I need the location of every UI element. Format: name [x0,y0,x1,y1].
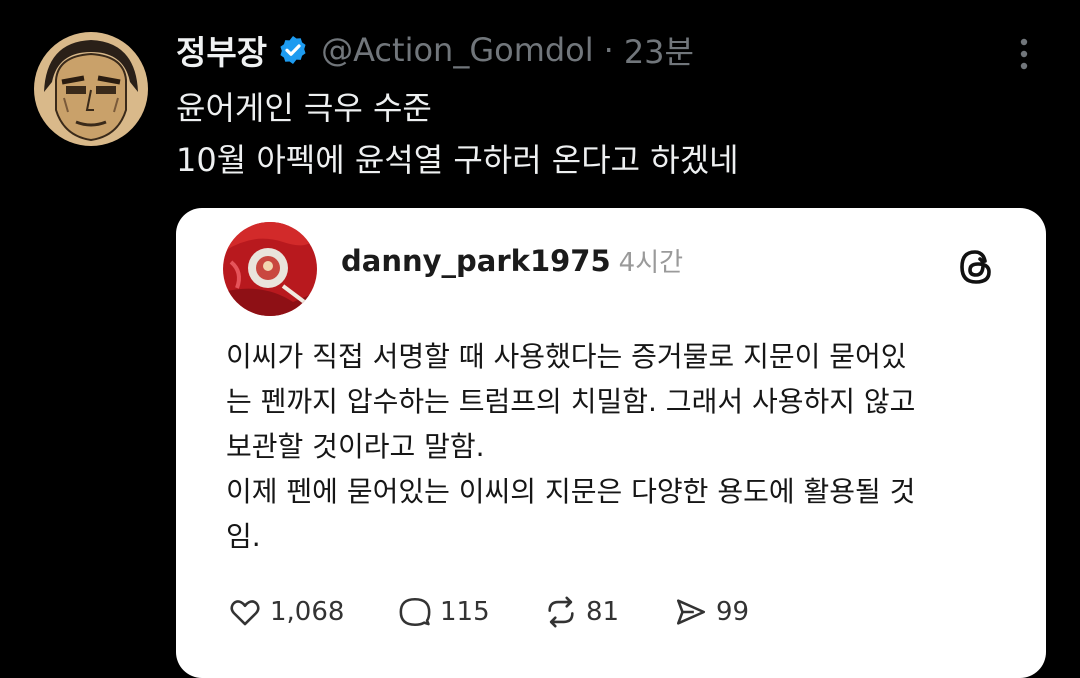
quoted-post-line: 임. [226,520,261,553]
avatar-illustration [34,32,148,146]
separator-dot: · [603,31,614,69]
repost-button[interactable]: 81 [544,595,674,629]
more-vertical-icon[interactable] [1012,36,1036,72]
author-display-name[interactable]: 정부장 [176,26,267,74]
like-count: 1,068 [270,597,345,627]
quoted-author-avatar[interactable] [223,222,317,316]
author-avatar[interactable] [34,32,148,146]
reply-button[interactable]: 115 [398,595,544,629]
share-button[interactable]: 99 [674,595,794,629]
quoted-post-line: 는 펜까지 압수하는 트럼프의 치밀함. 그래서 사용하지 않고 [226,385,916,418]
quoted-post-line: 보관할 것이라고 말함. [226,430,485,463]
quoted-post-body: 이씨가 직접 서명할 때 사용했다는 증거물로 지문이 묻어있 는 펜까지 압수… [226,334,1006,559]
send-icon [676,599,706,625]
quoted-post-timestamp: 4시간 [618,248,684,278]
threads-logo-icon [960,250,991,284]
share-count: 99 [716,597,750,627]
author-handle[interactable]: @Action_Gomdol [321,31,594,69]
verified-badge-icon [280,36,306,64]
repost-count: 81 [586,597,620,627]
quoted-post-header: danny_park1975 4시간 [341,242,683,290]
reply-count: 115 [440,597,490,627]
tweet-header: 정부장 @Action_Gomdol · 23분 [176,22,694,78]
tweet-timestamp[interactable]: 23분 [624,27,694,73]
quoted-post-stats: 1,068 115 81 99 [228,590,794,634]
quoted-post-card[interactable]: danny_park1975 4시간 이씨가 직접 서명할 때 사용했다는 증거… [176,208,1046,678]
quoted-avatar-image [223,222,317,316]
repost-icon [548,596,574,628]
heart-icon [230,600,260,626]
tweet-text-line: 윤어게인 극우 수준 [176,89,432,127]
quoted-post-line: 이씨가 직접 서명할 때 사용했다는 증거물로 지문이 묻어있 [226,340,907,373]
quoted-post-line: 이제 펜에 묻어있는 이씨의 지문은 다양한 용도에 활용될 것 [226,475,916,508]
like-button[interactable]: 1,068 [228,595,398,629]
tweet-text: 윤어게인 극우 수준 10월 아펙에 윤석열 구하러 온다고 하겠네 [176,82,739,186]
quoted-author-username[interactable]: danny_park1975 [341,244,611,278]
comment-icon [399,597,431,627]
tweet-text-line: 10월 아펙에 윤석열 구하러 온다고 하겠네 [176,141,739,179]
